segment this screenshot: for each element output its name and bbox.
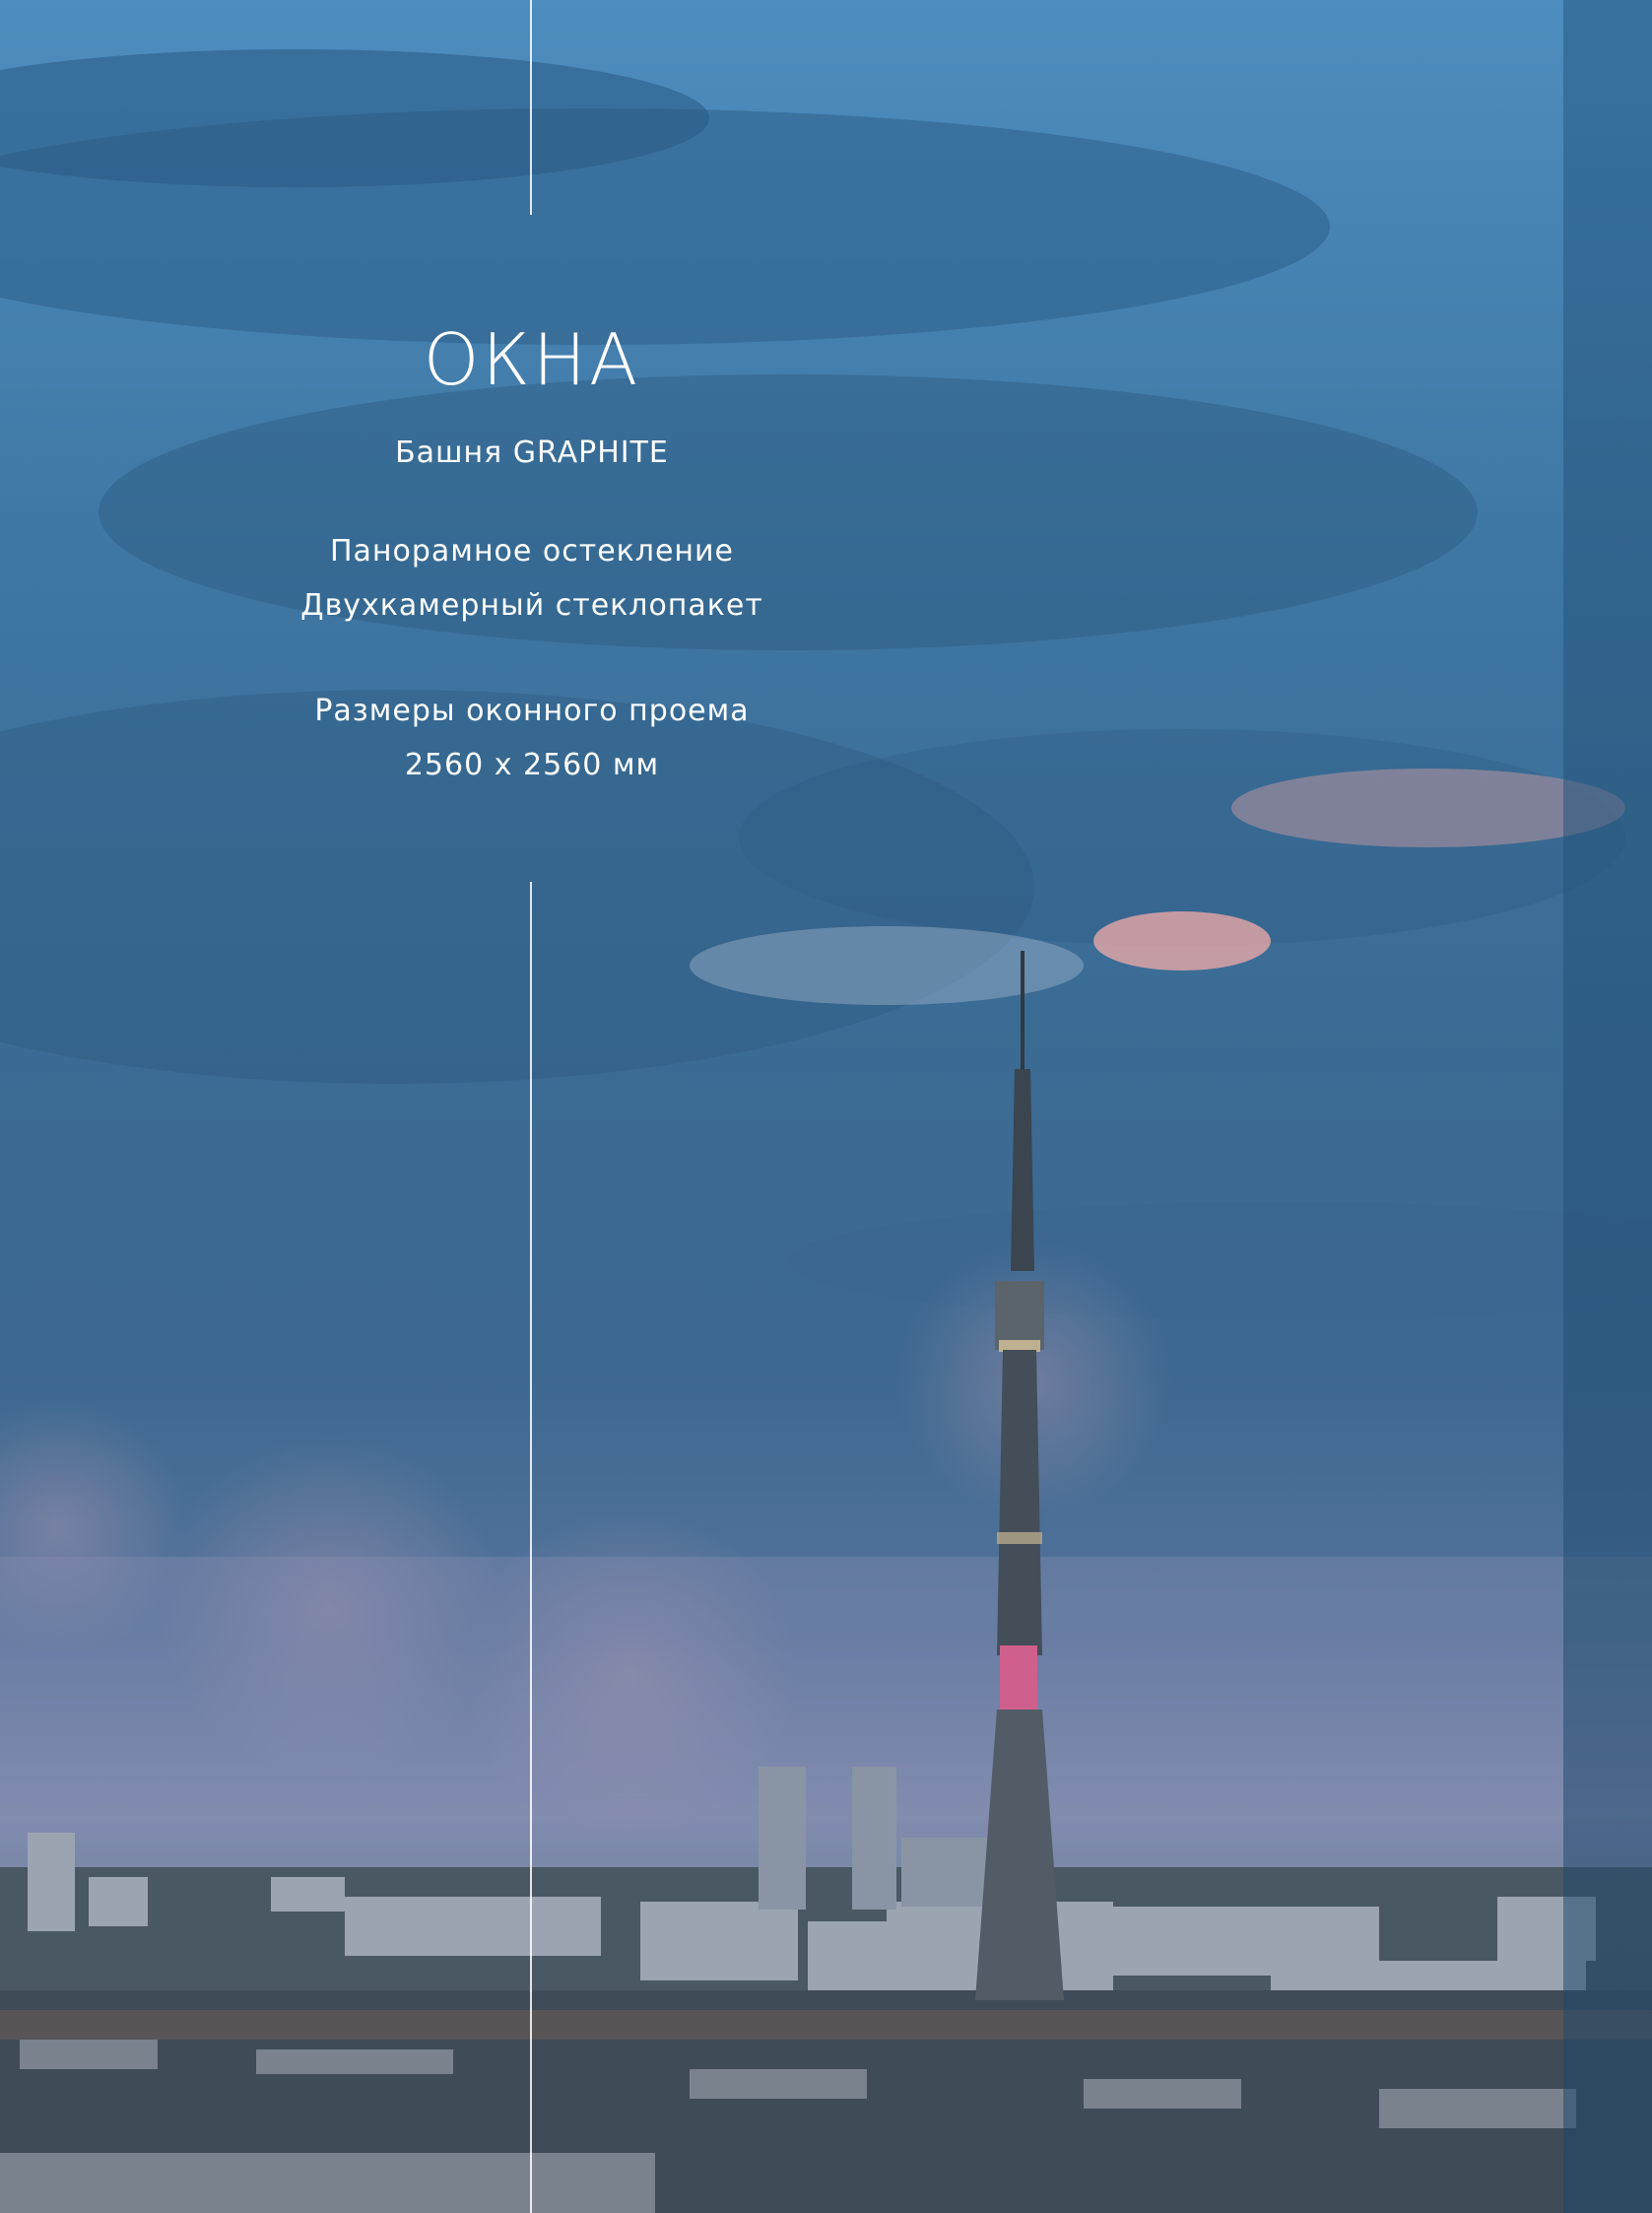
divider-line-top [530, 0, 532, 215]
info-block: ОКНА Башня GRAPHITE Панорамное остеклени… [236, 305, 827, 792]
opening-specs: Размеры оконного проема 2560 х 2560 мм [236, 684, 827, 792]
glazing-type: Панорамное остекление [329, 534, 735, 569]
glass-unit-type: Двухкамерный стеклопакет [300, 588, 763, 623]
page: ОКНА Башня GRAPHITE Панорамное остеклени… [0, 0, 1652, 2213]
opening-size-label: Размеры оконного проема [314, 694, 750, 728]
tower-name: Башня GRAPHITE [395, 436, 669, 470]
opening-size-value: 2560 х 2560 мм [404, 748, 660, 782]
page-title: ОКНА [423, 318, 641, 401]
glazing-specs: Панорамное остекление Двухкамерный стекл… [236, 524, 827, 633]
right-edge-panel [1563, 0, 1652, 2213]
divider-line-bottom [530, 882, 532, 2213]
